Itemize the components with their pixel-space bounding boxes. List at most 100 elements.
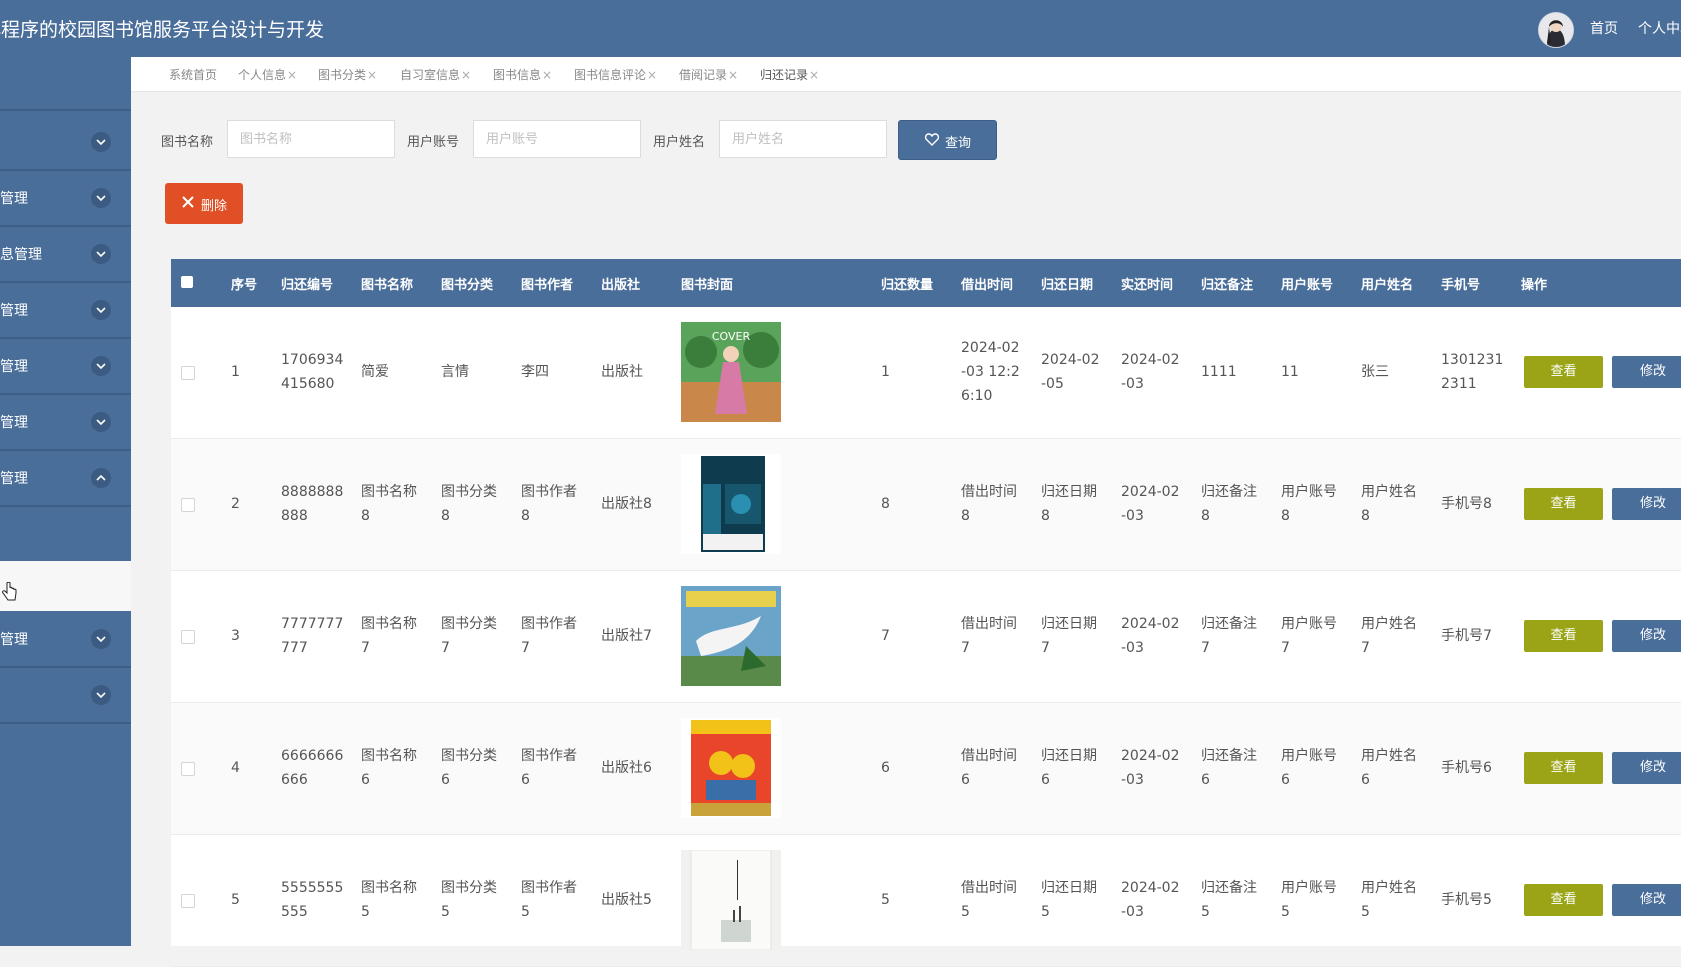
close-icon[interactable]: × <box>728 68 738 82</box>
book-cover-image[interactable] <box>681 850 781 950</box>
header-return-no: 归还编号 <box>281 278 334 293</box>
sidebar-item-3[interactable]: 管理 <box>0 171 131 227</box>
user-name-cell-line: 5 <box>1361 904 1370 920</box>
borrow-time-cell-line: 借出时间 <box>961 616 1017 632</box>
account-cell-line: 6 <box>1281 772 1290 788</box>
borrow-time-cell-line: 借出时间 <box>961 880 1017 896</box>
book-cover-image[interactable] <box>681 454 781 554</box>
edit-button[interactable]: 修改 <box>1612 488 1681 520</box>
return-no-cell-line: 7777777 <box>281 616 344 632</box>
close-icon[interactable]: × <box>809 68 819 82</box>
close-icon[interactable]: × <box>461 68 471 82</box>
publisher-cell-line: 出版社7 <box>601 628 652 644</box>
sidebar-item-5[interactable]: 管理 <box>0 283 131 339</box>
header-actions: 操作 <box>1521 278 1548 293</box>
book-cover-image[interactable] <box>681 586 781 686</box>
row-checkbox[interactable] <box>181 630 195 644</box>
sidebar-item-4[interactable]: 息管理 <box>0 227 131 283</box>
book-name-cell-line: 8 <box>361 508 370 524</box>
sidebar-item-7[interactable]: 管理 <box>0 395 131 451</box>
return-no-cell-line: 415680 <box>281 376 335 392</box>
chevron-down-icon <box>91 188 111 208</box>
edit-button[interactable]: 修改 <box>1612 884 1681 916</box>
nav-home-link[interactable]: 首页 <box>1590 18 1618 38</box>
sidebar-item-label: 管理 <box>0 359 28 375</box>
category-cell-line: 图书分类 <box>441 616 497 632</box>
view-button[interactable]: 查看 <box>1524 752 1603 784</box>
actual-return-cell-line: 2024-02 <box>1121 748 1180 764</box>
return-date-cell-line: 归还日期 <box>1041 748 1097 764</box>
header-quantity: 归还数量 <box>881 278 934 293</box>
book-cover-image[interactable] <box>681 718 781 818</box>
tab-return-records[interactable]: 归还记录× <box>760 66 819 83</box>
delete-button[interactable]: 删除 <box>165 183 243 224</box>
sidebar-item-8[interactable]: 管理 <box>0 451 131 507</box>
row-checkbox[interactable] <box>181 366 195 380</box>
return-no-cell: 5555555 555 <box>281 876 343 924</box>
close-icon[interactable]: × <box>287 68 297 82</box>
return-date-cell-line: -05 <box>1041 376 1064 392</box>
view-button[interactable]: 查看 <box>1524 620 1603 652</box>
return-no-cell-line: 777 <box>281 640 308 656</box>
edit-button[interactable]: 修改 <box>1612 356 1681 388</box>
tab-borrow-records[interactable]: 借阅记录× <box>679 66 738 83</box>
select-all-checkbox[interactable] <box>181 276 193 288</box>
sidebar-item-10[interactable] <box>0 668 131 724</box>
user-name-input[interactable] <box>719 120 887 158</box>
tab-book-info[interactable]: 图书信息× <box>493 66 552 83</box>
sidebar-item-1[interactable] <box>0 57 131 111</box>
actual-return-cell-line: 2024-02 <box>1121 484 1180 500</box>
phone-cell-line: 手机号8 <box>1441 496 1492 512</box>
tab-book-category[interactable]: 图书分类× <box>318 66 377 83</box>
author-cell-line: 图书作者 <box>521 616 577 632</box>
tab-book-comments[interactable]: 图书信息评论× <box>574 66 657 83</box>
view-button[interactable]: 查看 <box>1524 884 1603 916</box>
edit-button[interactable]: 修改 <box>1612 620 1681 652</box>
index-cell: 1 <box>231 364 240 380</box>
row-checkbox[interactable] <box>181 894 195 908</box>
book-cover-image[interactable]: COVER <box>681 322 781 422</box>
publisher-cell-line: 出版社6 <box>601 760 652 776</box>
view-button[interactable]: 查看 <box>1524 356 1603 388</box>
tab-personal-info[interactable]: 个人信息× <box>238 66 297 83</box>
query-button[interactable]: 查询 <box>898 120 997 160</box>
actual-return-cell-line: -03 <box>1121 508 1144 524</box>
tab-study-room[interactable]: 自习室信息× <box>400 66 471 83</box>
tab-system-home[interactable]: 系统首页 <box>169 66 217 83</box>
row-checkbox[interactable] <box>181 762 195 776</box>
borrow-time-cell-line: 6 <box>961 772 970 788</box>
remark-cell-line: 6 <box>1201 772 1210 788</box>
sidebar-item-9[interactable]: 管理 <box>0 612 131 668</box>
sidebar-subitem-return-records[interactable] <box>0 561 131 611</box>
chevron-down-icon <box>91 412 111 432</box>
user-name-cell: 用户姓名 6 <box>1361 744 1417 792</box>
phone-cell-line: 1301231 <box>1441 352 1504 368</box>
book-name-cell-line: 简爱 <box>361 364 389 380</box>
user-avatar[interactable] <box>1538 12 1574 48</box>
nav-personal-center-link[interactable]: 个人中心 <box>1638 18 1681 38</box>
borrow-time-cell-line: 借出时间 <box>961 748 1017 764</box>
user-name-cell-line: 7 <box>1361 640 1370 656</box>
phone-cell: 手机号8 <box>1441 492 1492 516</box>
remark-cell-line: 7 <box>1201 640 1210 656</box>
view-button[interactable]: 查看 <box>1524 488 1603 520</box>
close-icon[interactable]: × <box>367 68 377 82</box>
account-cell: 用户账号 7 <box>1281 612 1337 660</box>
close-icon[interactable]: × <box>542 68 552 82</box>
close-icon[interactable]: × <box>647 68 657 82</box>
sidebar-item-2[interactable] <box>0 115 131 171</box>
publisher-cell-line: 出版社8 <box>601 496 652 512</box>
book-name-input[interactable] <box>227 120 395 158</box>
edit-button[interactable]: 修改 <box>1612 752 1681 784</box>
sidebar-item-label: 管理 <box>0 471 28 487</box>
sidebar-item-6[interactable]: 管理 <box>0 339 131 395</box>
index-cell: 5 <box>231 892 240 908</box>
category-cell: 图书分类 6 <box>441 744 497 792</box>
user-name-cell: 用户姓名 7 <box>1361 612 1417 660</box>
phone-cell-line: 2311 <box>1441 376 1477 392</box>
row-checkbox[interactable] <box>181 498 195 512</box>
user-account-input[interactable] <box>473 120 641 158</box>
header-book-name: 图书名称 <box>361 278 414 293</box>
remark-cell-line: 8 <box>1201 508 1210 524</box>
phone-cell: 手机号7 <box>1441 624 1492 648</box>
